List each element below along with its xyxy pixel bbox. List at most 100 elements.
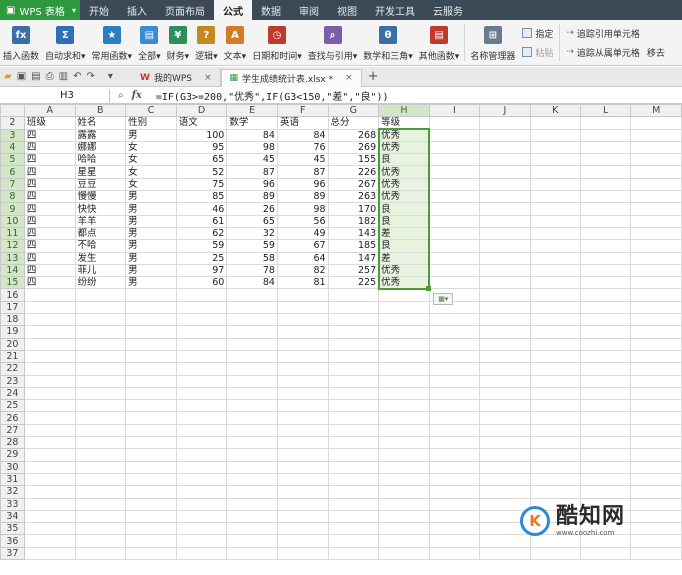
column-header[interactable]: E (226, 104, 278, 118)
cell[interactable] (630, 116, 682, 130)
cell[interactable]: 星星 (74, 165, 127, 179)
zoom-search-icon[interactable]: ⌕ (118, 90, 124, 101)
cell[interactable] (479, 423, 531, 438)
cell[interactable] (74, 534, 127, 548)
cell[interactable] (226, 374, 278, 388)
cell[interactable] (276, 546, 329, 560)
cell[interactable]: 56 (276, 214, 329, 228)
cell[interactable] (579, 460, 632, 474)
cell[interactable] (327, 485, 380, 499)
cell[interactable] (327, 399, 380, 413)
cell[interactable]: 45 (226, 153, 278, 167)
cell[interactable] (74, 399, 127, 413)
cell[interactable] (428, 485, 481, 499)
cell[interactable] (529, 239, 581, 253)
cell[interactable] (226, 411, 278, 425)
cell[interactable] (579, 288, 632, 302)
cell[interactable] (479, 325, 531, 339)
cell[interactable] (378, 374, 430, 388)
select-all-corner[interactable] (0, 104, 25, 118)
cell[interactable] (276, 374, 329, 388)
cell[interactable]: 185 (327, 239, 380, 253)
cell[interactable] (428, 177, 481, 192)
cell[interactable]: 59 (175, 239, 228, 253)
row-header[interactable]: 4 (0, 140, 25, 155)
cell[interactable] (479, 165, 531, 179)
cell[interactable] (579, 349, 632, 364)
cell[interactable] (23, 399, 76, 413)
cell[interactable]: 98 (226, 140, 278, 155)
cell[interactable] (23, 546, 76, 560)
cell[interactable] (428, 190, 481, 204)
cell[interactable] (579, 399, 632, 413)
cell[interactable] (579, 362, 632, 376)
cell[interactable] (479, 546, 531, 560)
cell[interactable] (276, 313, 329, 327)
cell[interactable]: 女 (125, 153, 177, 167)
cell[interactable] (428, 546, 481, 560)
cell[interactable] (276, 448, 329, 462)
cell[interactable]: 都点 (74, 226, 127, 241)
cell[interactable] (529, 214, 581, 228)
cell[interactable] (23, 509, 76, 524)
quick-access-dropdown-icon[interactable]: ▾ (108, 71, 113, 82)
cell[interactable] (479, 140, 531, 155)
cell[interactable]: 男 (125, 226, 177, 241)
cell[interactable] (428, 448, 481, 462)
cell[interactable] (529, 460, 581, 474)
cell[interactable] (226, 448, 278, 462)
cell[interactable] (276, 399, 329, 413)
cell[interactable] (23, 411, 76, 425)
cell[interactable]: 哈哈 (74, 153, 127, 167)
cell[interactable] (125, 288, 177, 302)
cell[interactable] (428, 337, 481, 351)
close-tab-icon[interactable]: × (204, 73, 212, 83)
cell[interactable] (428, 202, 481, 216)
cell[interactable] (74, 300, 127, 315)
cell[interactable] (428, 497, 481, 511)
cell[interactable] (479, 239, 531, 253)
cell[interactable] (327, 460, 380, 474)
cell[interactable] (327, 288, 380, 302)
cell[interactable] (226, 485, 278, 499)
cell[interactable] (226, 436, 278, 450)
cell[interactable] (479, 190, 531, 204)
auto-fill-options-icon[interactable]: ▦▾ (433, 292, 454, 305)
cell[interactable] (529, 190, 581, 204)
cell[interactable] (579, 300, 632, 315)
cell[interactable]: 男 (125, 128, 177, 142)
cell[interactable] (226, 386, 278, 401)
cell[interactable] (378, 288, 430, 302)
cell[interactable] (579, 423, 632, 438)
cell[interactable]: 总分 (327, 116, 380, 130)
cell[interactable] (529, 436, 581, 450)
ribbon-button[interactable]: A 文本▾ (221, 20, 250, 65)
cell[interactable] (630, 460, 682, 474)
cell[interactable]: 65 (226, 214, 278, 228)
cell[interactable] (125, 472, 177, 487)
row-header[interactable]: 14 (0, 263, 25, 278)
cell[interactable]: 良 (378, 202, 430, 216)
cell[interactable] (175, 472, 228, 487)
cell[interactable]: 四 (23, 214, 76, 228)
cell[interactable]: 25 (175, 251, 228, 265)
cell[interactable] (630, 177, 682, 192)
column-header[interactable]: K (529, 104, 581, 118)
cell[interactable] (630, 546, 682, 560)
column-header[interactable]: I (428, 104, 481, 118)
cell[interactable]: 良 (378, 153, 430, 167)
cell[interactable] (529, 128, 581, 142)
cell[interactable] (125, 522, 177, 536)
cell[interactable] (630, 522, 682, 536)
cell[interactable] (428, 509, 481, 524)
cell[interactable] (428, 423, 481, 438)
cell[interactable]: 性别 (125, 116, 177, 130)
cell[interactable]: 81 (276, 276, 329, 290)
cell[interactable]: 263 (327, 190, 380, 204)
cell[interactable]: 男 (125, 214, 177, 228)
cell[interactable] (529, 202, 581, 216)
cell[interactable] (327, 313, 380, 327)
fx-icon[interactable]: fx (132, 90, 142, 101)
cell[interactable] (226, 472, 278, 487)
cell[interactable] (378, 349, 430, 364)
